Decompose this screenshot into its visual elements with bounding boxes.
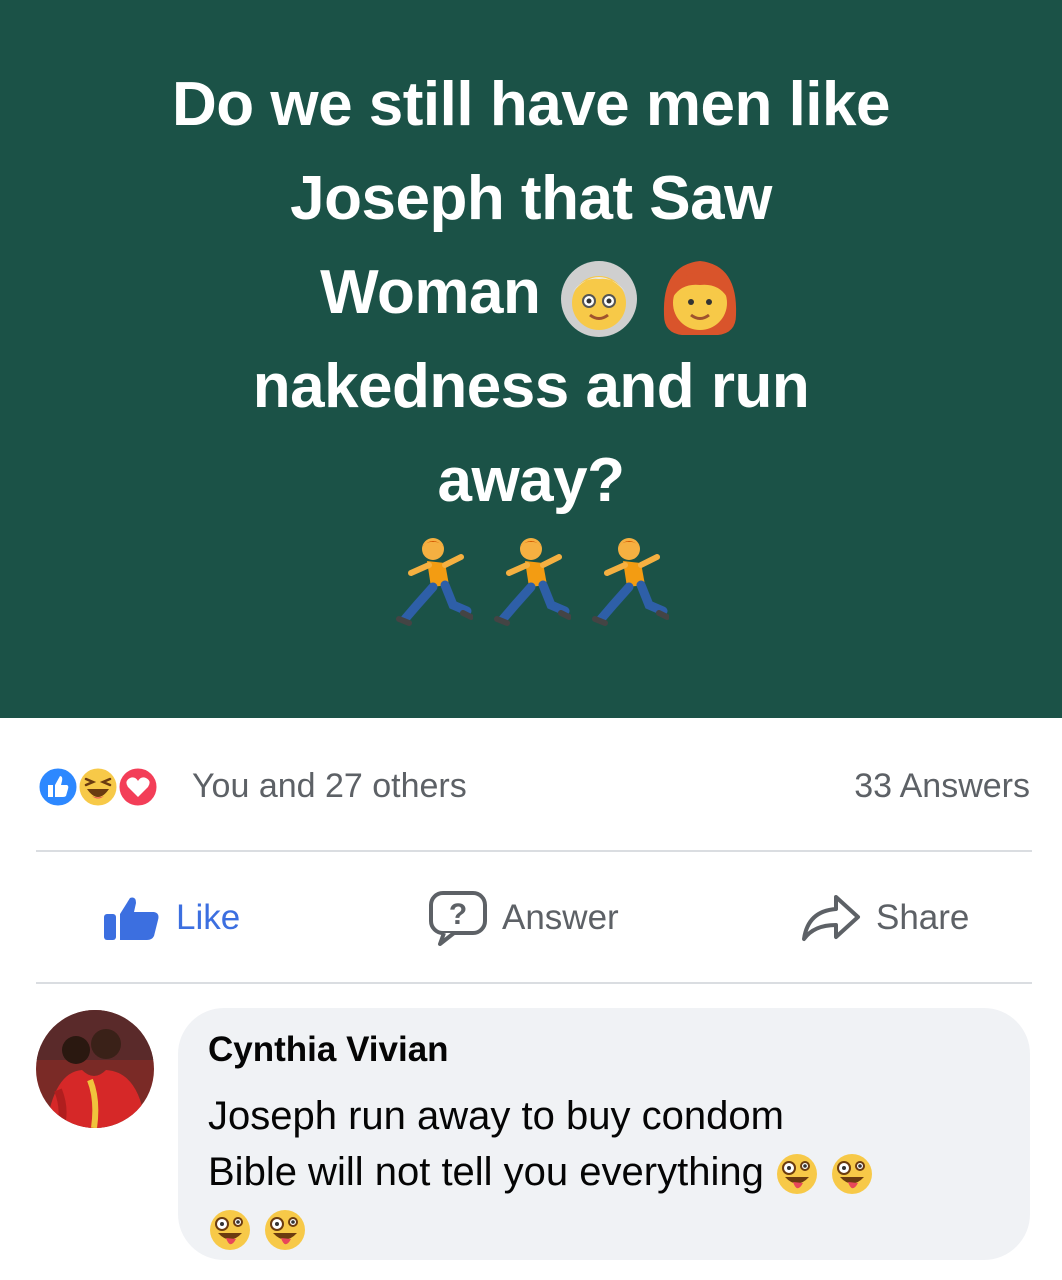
share-button-label: Share <box>876 898 970 937</box>
answer-button[interactable]: ? Answer <box>428 886 619 950</box>
question-line: nakedness and run <box>252 352 810 421</box>
question-line-text: Woman <box>320 258 541 327</box>
post-action-bar: Like ? Answer Share <box>36 868 1032 968</box>
comment-bubble: Cynthia Vivian Joseph run away to buy co… <box>178 1008 1030 1260</box>
like-button-label: Like <box>176 898 241 937</box>
old-woman-emoji <box>561 260 638 337</box>
zany-face-emoji <box>776 1154 817 1195</box>
question-line: away? <box>437 446 625 515</box>
zany-face-emoji <box>832 1154 873 1195</box>
answers-count[interactable]: 33 Answers <box>854 767 1030 806</box>
actions-divider <box>36 982 1032 984</box>
post-stats-bar: You and 27 others 33 Answers <box>36 755 1032 815</box>
haha-reaction-icon <box>76 765 120 809</box>
svg-text:?: ? <box>449 898 467 931</box>
like-reaction-icon <box>36 765 80 809</box>
love-reaction-icon <box>116 765 160 809</box>
avatar[interactable] <box>36 1010 154 1128</box>
comment-line: Bible will not tell you everything <box>208 1144 1008 1200</box>
like-button[interactable]: Like <box>102 886 240 950</box>
comment-line: Joseph run away to buy condom <box>208 1094 784 1138</box>
comment-line-text: Bible will not tell you everything <box>208 1150 764 1194</box>
question-bubble-icon: ? <box>429 891 487 946</box>
running-emoji-row <box>0 535 1062 635</box>
man-running-emoji <box>592 538 669 626</box>
red-haired-woman-emoji <box>663 260 736 335</box>
likers-text[interactable]: You and 27 others <box>192 767 467 806</box>
question-post-banner: Do we still have men like Joseph that Sa… <box>0 0 1062 718</box>
thumbs-up-icon <box>104 897 159 940</box>
zany-face-emoji <box>210 1210 250 1251</box>
man-running-emoji <box>396 538 473 626</box>
question-line: Do we still have men like <box>172 70 891 139</box>
question-line: Joseph that Saw <box>290 164 772 233</box>
share-arrow-icon <box>802 895 860 941</box>
share-button[interactable]: Share <box>800 886 969 950</box>
question-text: Do we still have men like Joseph that Sa… <box>70 58 992 528</box>
comment-author[interactable]: Cynthia Vivian <box>208 1030 449 1070</box>
comment-emoji-line <box>208 1200 1008 1256</box>
reaction-icons[interactable] <box>36 765 186 809</box>
answer-button-label: Answer <box>502 898 619 937</box>
zany-face-emoji <box>265 1210 306 1251</box>
man-running-emoji <box>494 538 571 626</box>
commenter-photo <box>36 1010 154 1128</box>
comment-text: Joseph run away to buy condom Bible will… <box>208 1088 1008 1256</box>
question-line: Woman <box>70 246 992 340</box>
stats-divider <box>36 850 1032 852</box>
